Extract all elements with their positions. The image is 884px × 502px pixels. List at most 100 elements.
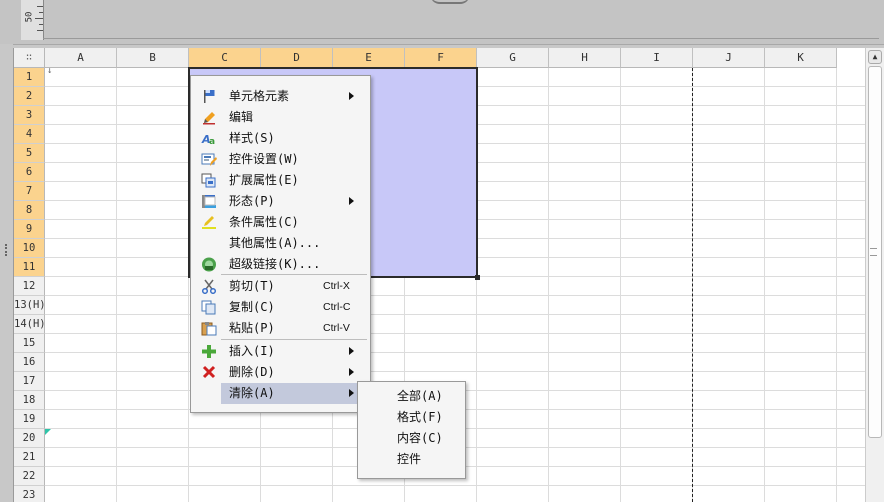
submenu-arrow-icon	[349, 92, 354, 100]
cell-arrow-icon: ↓	[47, 66, 53, 76]
row-header-2[interactable]: 2	[14, 87, 45, 106]
column-header-h[interactable]: H	[549, 48, 621, 68]
submenu-arrow-icon	[349, 347, 354, 355]
row-header-15[interactable]: 15	[14, 334, 45, 353]
menu-item-8[interactable]: 其他属性(A)...	[193, 233, 368, 254]
menu-item-15[interactable]: 清除(A)	[221, 383, 366, 404]
svg-text:a: a	[209, 137, 215, 146]
menu-item-label: 剪切(T)	[229, 279, 275, 293]
scroll-up-button[interactable]: ▲	[868, 50, 882, 64]
plus-icon	[201, 344, 217, 359]
menu-item-label: 清除(A)	[229, 386, 275, 400]
column-header-i[interactable]: I	[621, 48, 693, 68]
row-gridline	[45, 371, 866, 372]
menu-item-label: 条件属性(C)	[229, 215, 299, 229]
menu-item-3[interactable]: Aa 样式(S)	[193, 128, 368, 149]
menu-item-label: 控件设置(W)	[229, 152, 299, 166]
row-header-16[interactable]: 16	[14, 353, 45, 372]
row-header-19[interactable]: 19	[14, 410, 45, 429]
column-gridline	[764, 68, 765, 502]
row-header-13[interactable]: 13(H)	[14, 296, 46, 315]
row-gridline	[45, 314, 866, 315]
column-header-b[interactable]: B	[117, 48, 189, 68]
vertical-scrollbar[interactable]: ▲	[865, 48, 884, 502]
menu-item-5[interactable]: 扩展属性(E)	[193, 170, 368, 191]
row-header-10[interactable]: 10	[14, 239, 45, 258]
row-gridline	[45, 485, 866, 486]
menu-item-9[interactable]: 超级链接(K)...	[193, 254, 368, 275]
submenu-item-label: 格式(F)	[397, 410, 443, 424]
menu-item-14[interactable]: 删除(D)	[193, 362, 368, 383]
column-header-c[interactable]: C	[189, 48, 261, 68]
column-header-d[interactable]: D	[261, 48, 333, 68]
menu-item-4[interactable]: 控件设置(W)	[193, 149, 368, 170]
condition-pen-icon	[201, 215, 217, 230]
menu-item-1[interactable]: 单元格元素	[193, 86, 368, 107]
row-header-17[interactable]: 17	[14, 372, 45, 391]
row-header-18[interactable]: 18	[14, 391, 45, 410]
column-header-j[interactable]: J	[693, 48, 765, 68]
column-header-k[interactable]: K	[765, 48, 837, 68]
submenu-item-2[interactable]: 格式(F)	[360, 407, 463, 428]
ruler-label: 50	[24, 11, 35, 23]
menu-item-label: 复制(C)	[229, 300, 275, 314]
column-header-f[interactable]: F	[405, 48, 477, 68]
style-icon: Aa	[201, 131, 217, 147]
paste-icon	[201, 321, 217, 336]
resize-grip-icon[interactable]	[5, 244, 9, 256]
row-header-22[interactable]: 22	[14, 467, 45, 486]
column-header-g[interactable]: G	[477, 48, 549, 68]
menu-separator	[221, 274, 367, 275]
clear-submenu: 全部(A) 格式(F) 内容(C) 控件	[357, 381, 466, 479]
column-gridline	[836, 68, 837, 502]
row-header-14[interactable]: 14(H)	[14, 315, 46, 334]
menu-separator	[221, 339, 367, 340]
row-gridline	[45, 333, 866, 334]
row-header-3[interactable]: 3	[14, 106, 45, 125]
row-header-7[interactable]: 7	[14, 182, 45, 201]
row-header-1[interactable]: 1	[14, 68, 45, 87]
scissors-icon	[201, 279, 217, 295]
menu-item-11[interactable]: 复制(C) Ctrl-C	[193, 297, 368, 318]
submenu-arrow-icon	[349, 197, 354, 205]
context-menu: 单元格元素编辑 Aa 样式(S) 控件设置(W) 扩展属性(E) 形态(P) 条件属性(C)…	[190, 75, 371, 413]
pencil-icon	[201, 110, 217, 125]
row-header-4[interactable]: 4	[14, 125, 45, 144]
menu-item-shortcut: Ctrl-V	[323, 322, 350, 334]
grid-icon: ∷	[25, 52, 33, 63]
submenu-item-1[interactable]: 全部(A)	[360, 386, 463, 407]
column-header-a[interactable]: A	[45, 48, 117, 68]
submenu-item-4[interactable]: 控件	[360, 449, 463, 470]
row-header-21[interactable]: 21	[14, 448, 45, 467]
row-header-6[interactable]: 6	[14, 163, 45, 182]
row-header-20[interactable]: 20	[14, 429, 45, 448]
design-canvas-top: 50	[0, 0, 884, 45]
row-header-8[interactable]: 8	[14, 201, 45, 220]
row-header-11[interactable]: 11	[14, 258, 45, 277]
row-header-23[interactable]: 23	[14, 486, 45, 502]
menu-item-label: 形态(P)	[229, 194, 275, 208]
menu-item-label: 单元格元素	[229, 89, 290, 103]
column-gridline	[116, 68, 117, 502]
menu-item-7[interactable]: 条件属性(C)	[193, 212, 368, 233]
fill-handle[interactable]	[475, 275, 480, 280]
select-all-corner[interactable]: ∷	[14, 48, 45, 68]
column-header-e[interactable]: E	[333, 48, 405, 68]
menu-item-2[interactable]: 编辑	[193, 107, 368, 128]
menu-item-12[interactable]: 粘贴(P) Ctrl-V	[193, 318, 368, 339]
row-header-12[interactable]: 12	[14, 277, 45, 296]
scroll-grip-icon	[870, 248, 877, 256]
row-header-9[interactable]: 9	[14, 220, 45, 239]
menu-item-label: 插入(I)	[229, 344, 275, 358]
row-gridline	[45, 352, 866, 353]
menu-item-10[interactable]: 剪切(T) Ctrl-X	[193, 276, 368, 297]
column-gridline	[548, 68, 549, 502]
submenu-item-label: 内容(C)	[397, 431, 443, 445]
row-header-5[interactable]: 5	[14, 144, 45, 163]
hyperlink-icon	[201, 257, 217, 272]
submenu-arrow-icon	[349, 368, 354, 376]
vertical-ruler: 50	[21, 0, 44, 40]
submenu-item-3[interactable]: 内容(C)	[360, 428, 463, 449]
menu-item-6[interactable]: 形态(P)	[193, 191, 368, 212]
menu-item-13[interactable]: 插入(I)	[193, 341, 368, 362]
